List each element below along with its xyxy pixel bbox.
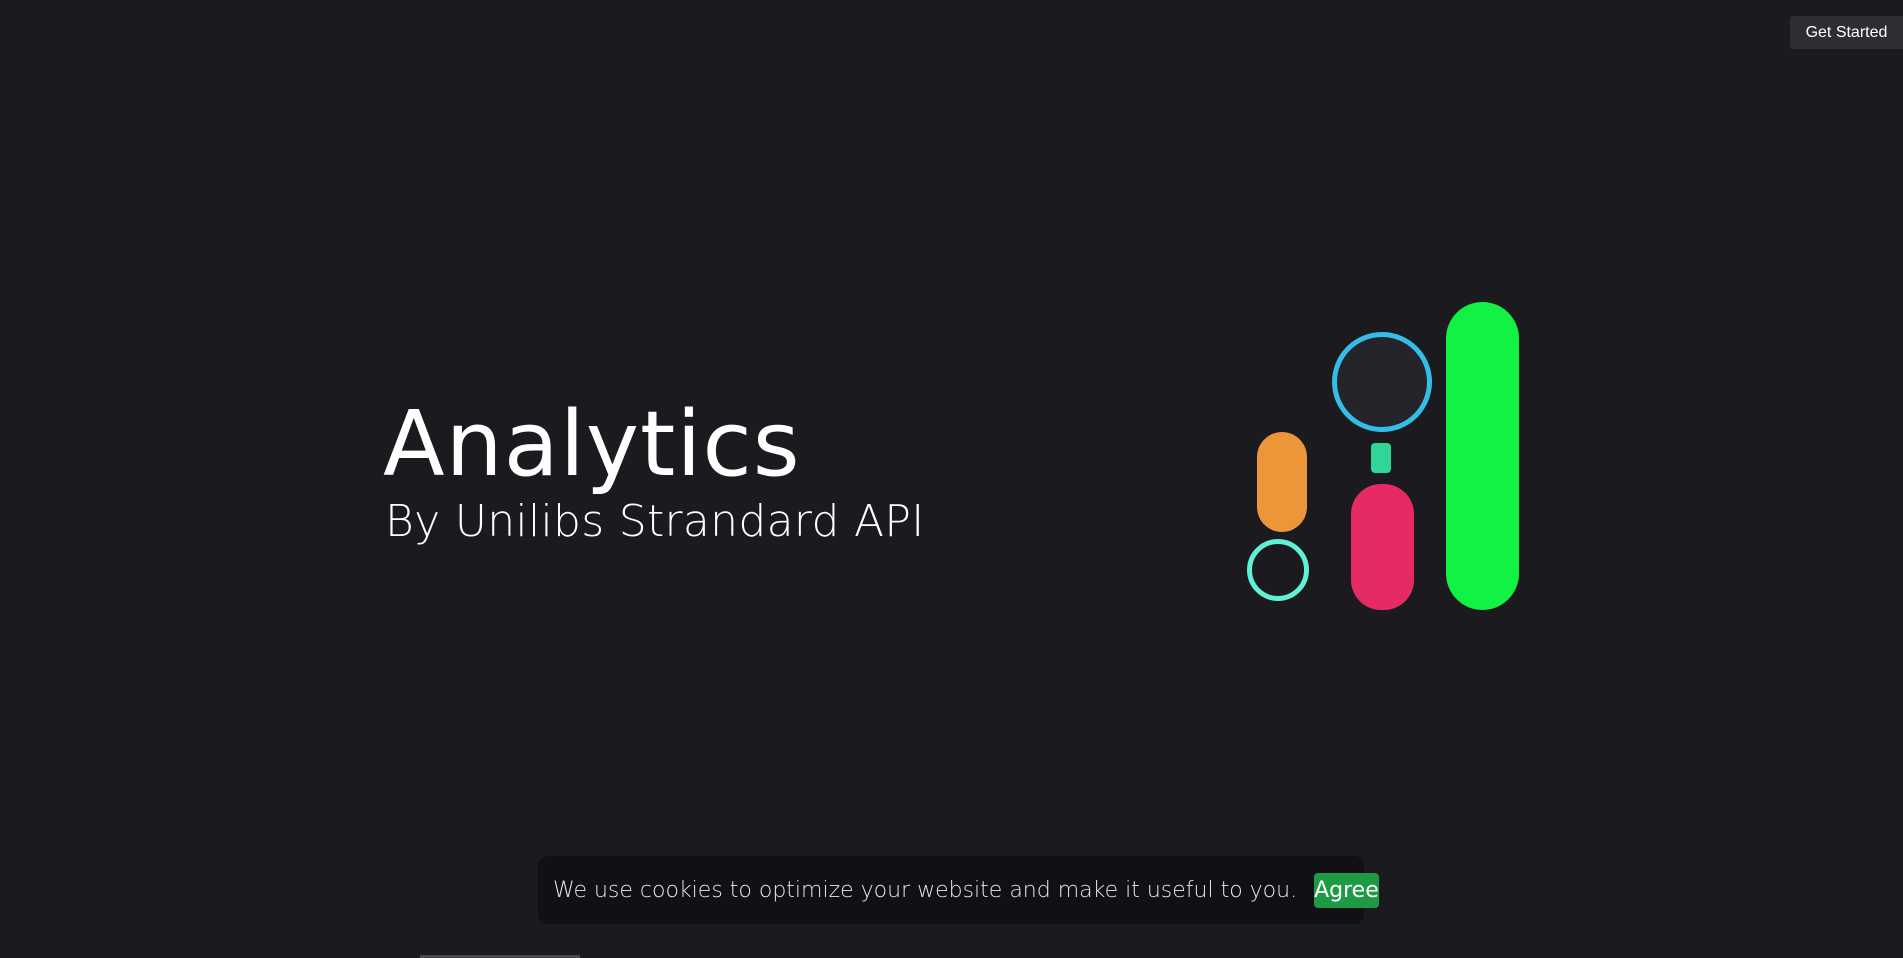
cookie-banner: We use cookies to optimize your website …	[538, 856, 1379, 924]
analytics-illustration	[1240, 295, 1530, 625]
blue-ring-shape	[1332, 332, 1432, 432]
orange-pill-shape	[1257, 432, 1307, 532]
hero-subtitle: By Unilibs Strandard API	[385, 496, 925, 547]
landing-page: Get Started Analytics By Unilibs Stranda…	[0, 0, 1903, 958]
agree-button[interactable]: Agree	[1314, 872, 1379, 908]
teal-ring-shape	[1247, 539, 1309, 601]
get-started-button[interactable]: Get Started	[1790, 16, 1903, 49]
hero-section: Analytics By Unilibs Strandard API	[383, 395, 925, 546]
green-tab-shape	[1371, 443, 1391, 473]
cookie-message: We use cookies to optimize your website …	[553, 877, 1298, 903]
pink-pill-shape	[1351, 484, 1414, 610]
hero-title: Analytics	[383, 392, 801, 497]
lime-pill-shape	[1446, 302, 1519, 610]
